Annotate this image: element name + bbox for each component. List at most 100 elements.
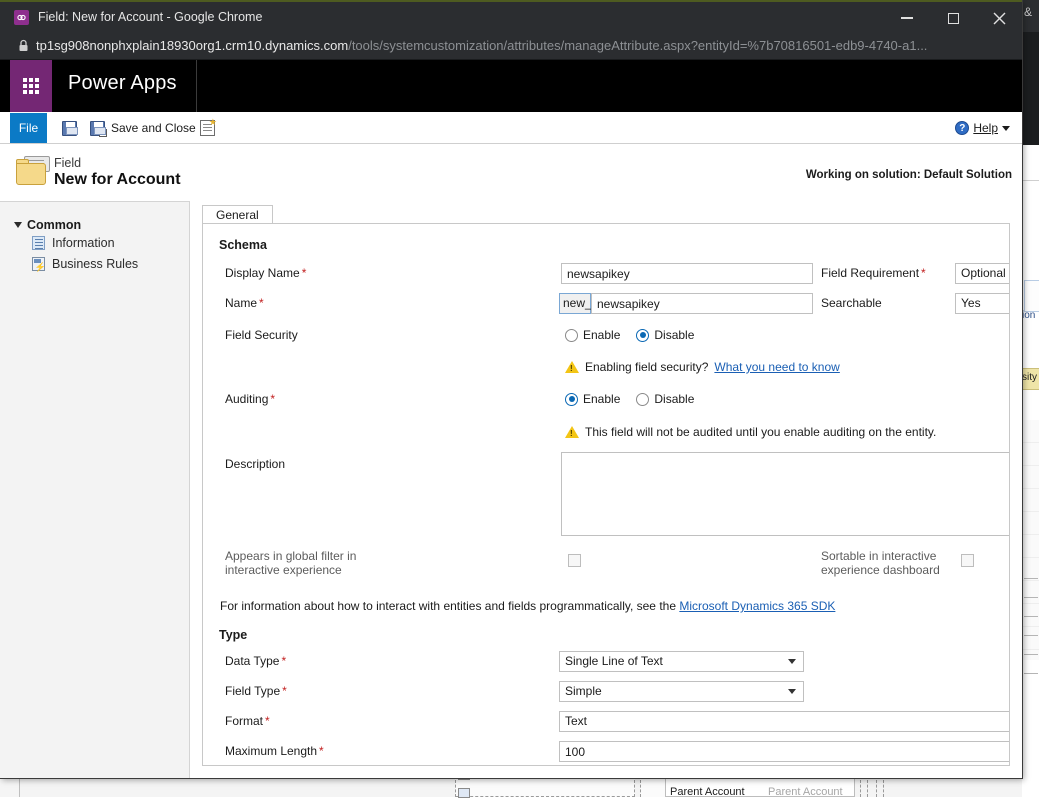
- url-text[interactable]: tp1sg908nonphxplain18930org1.crm10.dynam…: [36, 38, 927, 53]
- name-label: Name*: [225, 296, 264, 310]
- entity-kind-label: Field: [54, 156, 81, 170]
- auditing-warning-text: This field will not be audited until you…: [585, 425, 936, 439]
- maximize-icon: [948, 13, 959, 24]
- maximize-button[interactable]: [930, 2, 976, 34]
- field-security-disable-option[interactable]: Disable: [636, 328, 694, 342]
- row-field-security-warning: Enabling field security? What you need t…: [213, 357, 999, 381]
- field-requirement-value: Optional: [961, 266, 1006, 280]
- help-button[interactable]: ? Help: [955, 112, 1010, 144]
- required-asterisk: *: [319, 744, 324, 758]
- file-tab[interactable]: File: [10, 113, 47, 143]
- body-split: Common Information ⚡ Business Rules Gene…: [0, 201, 1022, 778]
- row-field-security: Field Security Enable Disable: [213, 322, 999, 352]
- global-filter-label: Appears in global filter in interactive …: [225, 549, 375, 577]
- sortable-checkbox[interactable]: [961, 554, 974, 567]
- new-button[interactable]: ★: [200, 112, 215, 144]
- tabstrip: General: [202, 201, 1022, 224]
- chevron-down-icon: [788, 689, 796, 694]
- row-format: Format* Text: [213, 710, 999, 735]
- close-icon: [993, 12, 1006, 25]
- searchable-label: Searchable: [821, 296, 882, 310]
- tab-general[interactable]: General: [202, 205, 273, 224]
- radio-selected-icon: [565, 393, 578, 406]
- data-type-select[interactable]: Single Line of Text: [559, 651, 804, 672]
- bg-right-amp-text: &: [1024, 5, 1039, 19]
- maximum-length-input[interactable]: [559, 741, 1010, 762]
- field-security-radio-group: Enable Disable: [565, 328, 694, 342]
- minimize-button[interactable]: [884, 2, 930, 34]
- field-security-label: Field Security: [225, 328, 298, 342]
- display-name-input[interactable]: [561, 263, 813, 284]
- type-section-title: Type: [219, 628, 999, 642]
- url-domain: tp1sg908nonphxplain18930org1.crm10.dynam…: [36, 38, 348, 53]
- sidebar-item-label: Information: [52, 236, 115, 250]
- description-textarea[interactable]: [561, 452, 1010, 536]
- sdk-note: For information about how to interact wi…: [220, 599, 835, 613]
- row-auditing: Auditing* Enable Disable: [213, 386, 999, 416]
- page-title: New for Account: [54, 171, 181, 189]
- warning-triangle-icon: [565, 361, 579, 373]
- chevron-down-icon: [1002, 126, 1010, 131]
- sidebar-group-common[interactable]: Common: [14, 218, 81, 232]
- information-page-icon: [32, 236, 45, 250]
- favicon-icon: [14, 10, 29, 25]
- global-filter-checkbox[interactable]: [568, 554, 581, 567]
- row-name: Name* new_ Searchable Yes: [213, 292, 999, 317]
- data-type-value: Single Line of Text: [565, 654, 663, 668]
- auditing-warning: This field will not be audited until you…: [565, 425, 936, 439]
- page-header: Field New for Account Working on solutio…: [0, 144, 1022, 200]
- required-asterisk: *: [282, 684, 287, 698]
- required-asterisk: *: [281, 654, 286, 668]
- bg-right-label-ion: ion: [1022, 310, 1039, 321]
- row-sdk-note: For information about how to interact wi…: [213, 596, 999, 622]
- auditing-enable-option[interactable]: Enable: [565, 392, 620, 406]
- row-data-type: Data Type* Single Line of Text: [213, 650, 999, 675]
- browser-titlebar: Field: New for Account - Google Chrome: [0, 0, 1022, 32]
- field-requirement-select[interactable]: Optional: [955, 263, 1010, 284]
- appbar-divider: [196, 60, 197, 112]
- field-security-warning-link[interactable]: What you need to know: [714, 360, 839, 374]
- required-asterisk: *: [265, 714, 270, 728]
- sdk-note-link[interactable]: Microsoft Dynamics 365 SDK: [679, 599, 835, 613]
- auditing-disable-option[interactable]: Disable: [636, 392, 694, 406]
- description-label: Description: [225, 457, 285, 471]
- auditing-enable-label: Enable: [583, 392, 620, 406]
- auditing-disable-label: Disable: [654, 392, 694, 406]
- window-title: Field: New for Account - Google Chrome: [38, 10, 262, 24]
- bg-parent-account-value: Parent Account: [768, 786, 843, 798]
- name-prefix: new_: [559, 293, 591, 314]
- save-and-close-icon: x: [90, 121, 105, 136]
- field-type-select[interactable]: Simple: [559, 681, 804, 702]
- display-name-label: Display Name*: [225, 266, 306, 280]
- required-asterisk: *: [921, 266, 926, 280]
- bg-right-dashed-rows: [1024, 560, 1038, 680]
- name-input[interactable]: [591, 293, 813, 314]
- required-asterisk: *: [302, 266, 307, 280]
- app-launcher-waffle-icon[interactable]: [10, 60, 52, 112]
- row-interactive-options: Appears in global filter in interactive …: [213, 549, 999, 591]
- field-security-disable-label: Disable: [654, 328, 694, 342]
- save-and-close-button[interactable]: x Save and Close: [90, 112, 196, 144]
- radio-unselected-icon: [565, 329, 578, 342]
- searchable-select[interactable]: Yes: [955, 293, 1010, 314]
- app-brand-title: Power Apps: [68, 72, 177, 95]
- required-asterisk: *: [270, 392, 275, 406]
- browser-urlbar[interactable]: tp1sg908nonphxplain18930org1.crm10.dynam…: [0, 32, 1022, 60]
- field-security-enable-option[interactable]: Enable: [565, 328, 620, 342]
- sidebar-item-information[interactable]: Information: [32, 236, 115, 250]
- content-pane: General Schema Display Name* Field Requi…: [190, 201, 1022, 778]
- sidebar-item-business-rules[interactable]: ⚡ Business Rules: [32, 257, 138, 271]
- radio-selected-icon: [636, 329, 649, 342]
- format-label: Format*: [225, 714, 270, 728]
- auditing-radio-group: Enable Disable: [565, 392, 694, 406]
- auditing-label: Auditing*: [225, 392, 275, 406]
- new-field-icon: ★: [200, 120, 215, 136]
- save-button[interactable]: [62, 112, 77, 144]
- close-button[interactable]: [976, 2, 1022, 34]
- field-form-card: Schema Display Name* Field Requirement* …: [202, 224, 1010, 766]
- format-select[interactable]: Text: [559, 711, 1010, 732]
- searchable-value: Yes: [961, 296, 981, 310]
- browser-window: Field: New for Account - Google Chrome t…: [0, 0, 1022, 778]
- collapse-triangle-icon: [14, 222, 22, 228]
- bg-right-field-box: [1024, 280, 1039, 312]
